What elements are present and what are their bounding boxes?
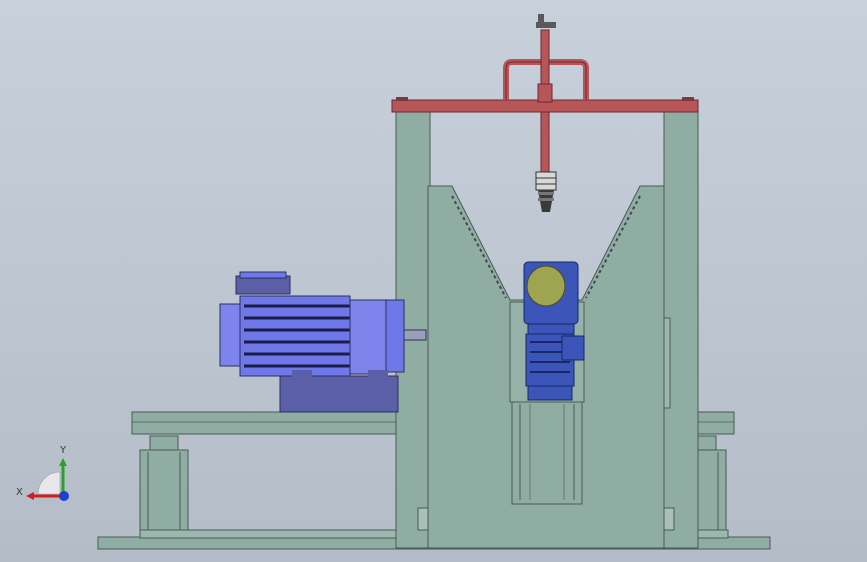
electric-motor [219,271,427,413]
y-axis-arrow-icon [59,458,67,466]
x-axis-label: X [16,487,23,498]
assembly-model[interactable] [0,0,867,562]
lower-slot [511,401,583,505]
probe-nozzle [535,171,557,212]
left-support-pillar [139,435,189,531]
y-axis-label: Y [59,445,67,456]
triad-plane [37,471,61,495]
view-orientation-triad[interactable]: Y X [8,440,78,510]
top-knob [536,14,556,28]
x-axis-arrow-icon [26,492,34,500]
cad-viewport[interactable]: Y X [0,0,867,562]
crossbeam [391,29,699,173]
z-axis-icon [59,491,69,501]
